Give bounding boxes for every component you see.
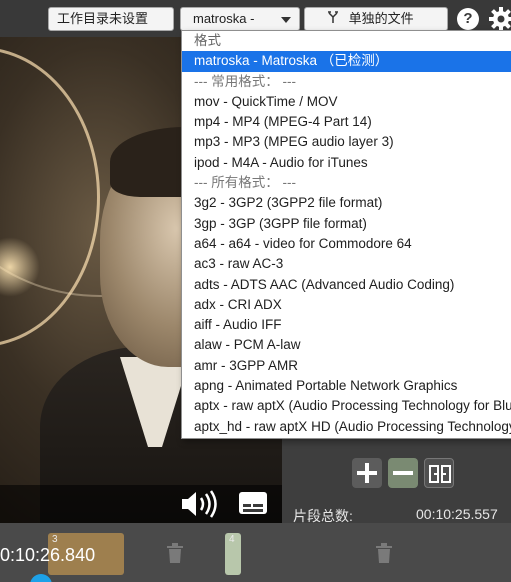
dropdown-option[interactable]: mp4 - MP4 (MPEG-4 Part 14) xyxy=(182,112,511,132)
dropdown-option[interactable]: apng - Animated Portable Network Graphic… xyxy=(182,376,511,396)
separate-files-button[interactable]: 单独的文件 xyxy=(304,7,448,31)
dropdown-group-label: --- 所有格式： --- xyxy=(194,175,296,191)
dropdown-header: 格式 xyxy=(194,33,221,48)
dropdown-option[interactable]: aptx_hd - raw aptX HD (Audio Processing … xyxy=(182,417,511,437)
subtitle-icon[interactable] xyxy=(238,490,268,516)
minus-icon xyxy=(393,471,413,475)
dropdown-option[interactable]: mov - QuickTime / MOV xyxy=(182,92,511,112)
segment-number: 3 xyxy=(52,534,58,545)
separate-files-label: 单独的文件 xyxy=(348,11,414,26)
segments-total-value: 00:10:25.557 xyxy=(416,506,498,522)
dropdown-option[interactable]: 3gp - 3GP (3GPP file format) xyxy=(182,214,511,234)
dropdown-option[interactable]: mp3 - MP3 (MPEG audio layer 3) xyxy=(182,132,511,152)
working-directory-button[interactable]: 工作目录未设置 xyxy=(48,7,174,31)
add-segment-button[interactable] xyxy=(352,458,382,488)
dropdown-option[interactable]: ipod - M4A - Audio for iTunes xyxy=(182,153,511,173)
current-time-display[interactable]: 0:10:26.840 xyxy=(0,545,95,566)
split-arrows-icon xyxy=(327,8,345,30)
split-segment-button[interactable] xyxy=(424,458,454,488)
dropdown-option[interactable]: alaw - PCM A-law xyxy=(182,335,511,355)
format-select[interactable]: matroska - xyxy=(180,7,300,31)
format-select-value: matroska - xyxy=(193,11,255,26)
dropdown-option[interactable]: aiff - Audio IFF xyxy=(182,315,511,335)
segment-number: 4 xyxy=(229,534,235,545)
plus-icon xyxy=(357,463,377,483)
volume-icon[interactable] xyxy=(180,490,218,518)
dropdown-option[interactable]: adts - ADTS AAC (Advanced Audio Coding) xyxy=(182,275,511,295)
dropdown-option[interactable]: aptx - raw aptX (Audio Processing Techno… xyxy=(182,396,511,416)
trash-icon[interactable] xyxy=(166,543,184,563)
chevron-down-icon xyxy=(281,17,291,23)
dropdown-group-label: --- 常用格式： --- xyxy=(194,73,296,89)
dropdown-option[interactable]: 3g2 - 3GP2 (3GPP2 file format) xyxy=(182,193,511,213)
format-dropdown-list[interactable]: 格式 matroska - Matroska （已检测） --- 常用格式： -… xyxy=(181,30,511,439)
split-segments-icon xyxy=(429,465,451,483)
dropdown-option[interactable]: a64 - a64 - video for Commodore 64 xyxy=(182,234,511,254)
trash-icon[interactable] xyxy=(375,543,393,563)
help-icon[interactable]: ? xyxy=(457,8,479,30)
dropdown-option[interactable]: amr - 3GPP AMR xyxy=(182,356,511,376)
dropdown-option[interactable]: adx - CRI ADX xyxy=(182,295,511,315)
remove-segment-button[interactable] xyxy=(388,458,418,488)
dropdown-option[interactable]: ac3 - raw AC-3 xyxy=(182,254,511,274)
dropdown-option[interactable]: matroska - Matroska （已检测） xyxy=(182,51,511,72)
gear-icon[interactable] xyxy=(488,6,511,32)
